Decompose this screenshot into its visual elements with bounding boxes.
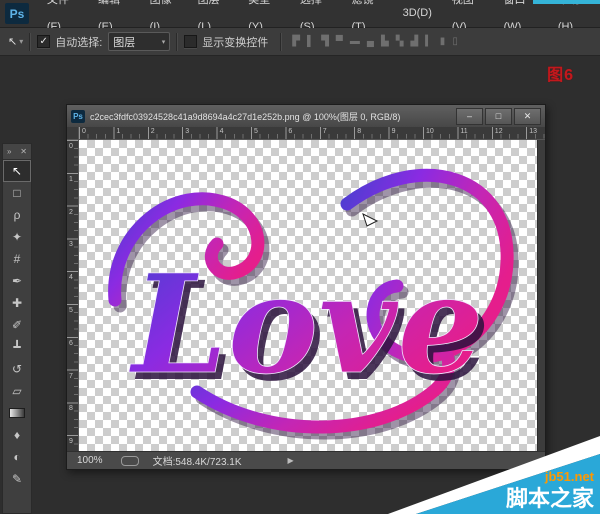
ruler-number: 6 [69,340,73,347]
tool-button[interactable]: # [3,248,31,270]
tool-button[interactable]: ✒ [3,270,31,292]
tool-button[interactable]: ✚ [3,292,31,314]
love-text: Love [128,245,484,405]
show-transform-label: 显示变换控件 [202,34,268,50]
menu-bar: Ps 文件(F)编辑(E)图像(I)图层(L)类型(Y)选择(S)滤镜(T)3D… [0,0,600,28]
ruler-number: 8 [357,128,361,135]
align-icon[interactable]: ▛ [292,36,300,47]
align-icon[interactable]: ▀ [336,36,343,47]
tool-button[interactable]: ✐ [3,314,31,336]
tool-panel-header: » ✕ [3,144,31,160]
align-icon[interactable]: ▚ [396,36,404,47]
show-transform-checkbox[interactable] [184,35,197,48]
ruler-number: 8 [69,405,73,412]
ruler-number: 2 [69,209,73,216]
status-menu-arrow-icon[interactable]: ▶ [288,456,294,465]
vertical-ruler: 0 1 2 3 4 5 6 7 8 9 [67,140,79,453]
watermark-name: 脚本之家 [506,486,595,511]
document-title: c2cec3fdfc03924528c41a9d8694a4c27d1e252b… [90,110,448,123]
align-icon[interactable]: ▟ [410,36,418,47]
document-title-bar[interactable]: Ps c2cec3fdfc03924528c41a9d8694a4c27d1e2… [67,105,545,128]
watermark-site: jb51.net [544,469,595,484]
chevron-down-icon: ▾ [162,38,166,46]
watermark-top-strip [533,0,600,4]
photoshop-logo: Ps [5,3,29,24]
move-cursor-icon [363,214,377,226]
figure-label: 图6 [547,61,574,85]
ruler-number: 5 [69,307,73,314]
ruler-number: 0 [82,128,86,135]
auto-select-target-value: 图层 [113,34,135,50]
tool-preset-caret-icon[interactable]: ▾ [19,37,23,46]
ruler-number: 6 [288,128,292,135]
tool-button[interactable]: ρ [3,204,31,226]
ruler-number: 9 [69,438,73,445]
tool-button[interactable] [3,402,31,424]
ruler-number: 3 [185,128,189,135]
tool-button[interactable]: ↖ [3,160,31,182]
document-window: Ps c2cec3fdfc03924528c41a9d8694a4c27d1e2… [66,104,546,470]
tool-button[interactable]: □ [3,182,31,204]
close-panel-icon[interactable]: ✕ [20,147,27,157]
ruler-number: 3 [69,241,73,248]
align-icon[interactable]: ▮ [440,36,446,47]
ruler-number: 11 [460,128,467,135]
align-icon[interactable]: ▌ [307,36,314,47]
tool-button[interactable]: ✎ [3,468,31,490]
options-bar: ↖ ▾ ✓ 自动选择: 图层 ▾ 显示变换控件 ▛ ▌ ▜ ▀ ▬ ▄ ▙ ▚ ▟ ▍ ▮ ▯ [0,28,600,56]
photoshop-app: Ps 文件(F)编辑(E)图像(I)图层(L)类型(Y)选择(S)滤镜(T)3D… [0,0,600,514]
vertical-scrollbar[interactable] [537,140,545,453]
ruler-number: 0 [69,143,73,150]
menu-item[interactable]: 3D(D) [393,0,442,27]
align-icon[interactable]: ▯ [452,36,458,47]
ruler-number: 4 [220,128,224,135]
separator [176,33,178,51]
align-icon[interactable]: ▙ [381,36,389,47]
document-ps-icon: Ps [71,110,85,123]
ruler-number: 7 [69,373,73,380]
collapse-panel-icon[interactable]: » [7,147,11,157]
auto-select-label: 自动选择: [55,34,102,50]
separator [29,33,31,51]
ruler-number: 9 [392,128,396,135]
ruler-number: 10 [426,128,434,135]
ruler-number: 2 [151,128,155,135]
ruler-number: 13 [529,128,537,135]
ruler-corner [67,127,79,140]
ruler-number: 1 [69,176,73,183]
horizontal-ruler: 012345678910111213 [79,127,545,140]
canvas-area[interactable]: Love Love [79,140,537,453]
zoom-level[interactable]: 100% [77,455,103,466]
love-artwork: Love Love [79,140,537,453]
ruler-number: 1 [116,128,120,135]
tool-button[interactable]: ✦ [3,226,31,248]
document-status-bar: 100% 文档:548.4K/723.1K ▶ [67,451,545,469]
auto-select-target-dropdown[interactable]: 图层 ▾ [108,32,170,51]
align-icon[interactable]: ▄ [367,36,374,47]
ruler-number: 5 [254,128,258,135]
tool-button[interactable]: ▱ [3,380,31,402]
close-button[interactable]: ✕ [514,108,541,125]
align-buttons: ▛ ▌ ▜ ▀ ▬ ▄ ▙ ▚ ▟ ▍ ▮ ▯ [292,36,458,47]
tool-button[interactable]: ┻ [3,336,31,358]
align-icon[interactable]: ▜ [321,36,329,47]
tool-panel: » ✕ ↖□ρ✦#✒✚✐┻↺▱ ♦◐✎ [2,143,32,514]
window-buttons: – □ ✕ [454,108,541,125]
maximize-button[interactable]: □ [485,108,512,125]
align-icon[interactable]: ▍ [425,36,433,47]
move-tool-icon[interactable]: ↖ [8,35,17,48]
tool-button[interactable]: ◐ [3,446,31,468]
align-icon[interactable]: ▬ [350,36,360,47]
separator [280,33,282,51]
auto-select-checkbox[interactable]: ✓ [37,35,50,48]
ruler-number: 7 [323,128,327,135]
status-icon [121,456,139,466]
tool-button[interactable]: ♦ [3,424,31,446]
ruler-number: 4 [69,274,73,281]
tool-button[interactable]: ↺ [3,358,31,380]
tool-list: ↖□ρ✦#✒✚✐┻↺▱ ♦◐✎ [3,160,31,490]
document-size-info: 文档:548.4K/723.1K [153,453,242,468]
minimize-button[interactable]: – [456,108,483,125]
ruler-number: 12 [495,128,503,135]
